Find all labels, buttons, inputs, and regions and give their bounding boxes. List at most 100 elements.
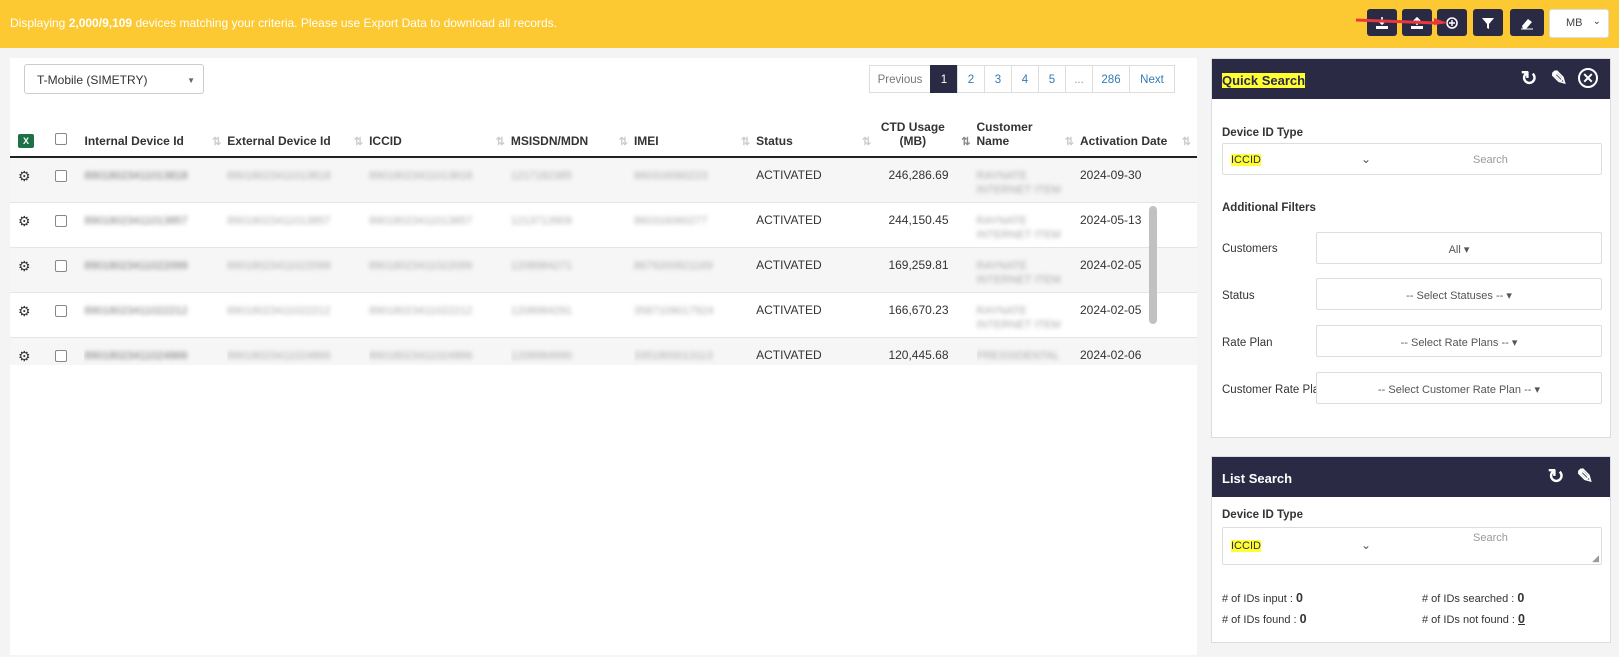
- imei-value: 8679200921169: [633, 259, 713, 272]
- ctd-usage-value: 120,445.68: [877, 336, 977, 365]
- quick-search-field[interactable]: ICCID ⌄ Search: [1222, 143, 1602, 175]
- chevron-down-icon[interactable]: ⌄: [1361, 538, 1371, 552]
- row-checkbox[interactable]: [55, 170, 68, 182]
- ids-searched-count: # of IDs searched : 0: [1422, 591, 1525, 605]
- search-textarea[interactable]: Search: [1473, 532, 1508, 544]
- col-internal-device-id[interactable]: Internal Device Id ⇅: [84, 110, 228, 158]
- internal-device-id: 89018023411024866: [84, 349, 188, 362]
- msisdn-value: 1208984291: [510, 304, 573, 317]
- pagination-previous[interactable]: Previous: [869, 65, 931, 93]
- status-label: Status: [1222, 290, 1255, 302]
- external-device-id: 89018023411013818: [227, 170, 331, 182]
- gear-icon[interactable]: ⚙: [18, 213, 31, 229]
- page-2[interactable]: 2: [957, 65, 985, 93]
- device-id-type-value[interactable]: ICCID: [1231, 154, 1261, 166]
- col-activation-date[interactable]: Activation Date ⇅: [1079, 110, 1197, 158]
- sort-icon: ⇅: [618, 136, 628, 148]
- imei-value: 860316060277: [633, 214, 708, 227]
- table-row[interactable]: ⚙ 89018023411013857 89018023411013857 89018…: [10, 201, 1197, 247]
- col-iccid[interactable]: ICCID ⇅: [369, 110, 511, 158]
- status-value: -- Select Statuses --: [1406, 290, 1504, 302]
- eraser-icon[interactable]: ✎: [1574, 466, 1596, 488]
- chevron-down-icon[interactable]: ⌄: [1361, 152, 1371, 166]
- pagination: Previous 1 2 3 4 5 ... 286 Next: [869, 65, 1175, 93]
- activation-date-value: 2024-02-05: [1079, 246, 1197, 292]
- ids-found-count: # of IDs found : 0: [1222, 612, 1307, 626]
- col-msisdn[interactable]: MSISDN/MDN ⇅: [510, 110, 634, 158]
- sort-icon: ⇅: [353, 136, 364, 148]
- sort-icon: ⇅: [495, 136, 505, 148]
- customers-dropdown[interactable]: All ▾: [1316, 232, 1602, 264]
- search-input[interactable]: Search: [1473, 154, 1508, 166]
- list-search-field[interactable]: ICCID ⌄ Search ◢: [1222, 527, 1602, 565]
- chevron-down-icon: ⌄: [1592, 16, 1601, 27]
- col-imei[interactable]: IMEI ⇅: [633, 110, 757, 158]
- eraser-icon: [1521, 18, 1533, 29]
- internal-device-id: 89018023411013818: [84, 170, 188, 182]
- col-external-device-id[interactable]: External Device Id ⇅: [227, 110, 370, 158]
- table-row[interactable]: ⚙ 89018023411013818 89018023411013818 89018…: [10, 156, 1197, 202]
- rate-plan-dropdown[interactable]: -- Select Rate Plans -- ▾: [1316, 325, 1602, 357]
- caret-down-icon: ▼: [187, 76, 195, 85]
- col-ctd-usage[interactable]: CTD Usage (MB) ⇅: [877, 110, 977, 158]
- summary-count: 2,000/9,109: [68, 16, 133, 30]
- ctd-usage-value: 246,286.69: [877, 156, 977, 202]
- ctd-usage-value: 169,259.81: [877, 246, 977, 292]
- row-checkbox[interactable]: [55, 349, 68, 362]
- customer-name-line1: RAYNATE: [976, 170, 1027, 182]
- col-status[interactable]: Status ⇅: [756, 110, 878, 158]
- rate-plan-value: -- Select Rate Plans --: [1400, 337, 1509, 349]
- customer-name-line1: RAYNATE: [976, 214, 1027, 227]
- filter-icon: [1482, 17, 1494, 29]
- customer-name-line2: INTERNET ITEM: [976, 273, 1061, 286]
- ids-input-count: # of IDs input : 0: [1222, 591, 1303, 605]
- refresh-icon[interactable]: ↻: [1518, 68, 1540, 90]
- device-id-type-value[interactable]: ICCID: [1231, 540, 1261, 552]
- gear-icon[interactable]: ⚙: [18, 348, 31, 364]
- row-checkbox[interactable]: [55, 304, 68, 317]
- row-checkbox[interactable]: [55, 214, 68, 227]
- status-dropdown[interactable]: -- Select Statuses -- ▾: [1316, 278, 1602, 310]
- table-row[interactable]: ⚙ 89018023411024866 89018023411024866 89018…: [10, 336, 1197, 365]
- unit-value: MB: [1566, 17, 1583, 29]
- page-1[interactable]: 1: [930, 65, 958, 93]
- gear-icon[interactable]: ⚙: [18, 303, 31, 319]
- status-value: ACTIVATED: [756, 291, 878, 337]
- quick-search-panel: Quick Search ↻ ✎ ✕ Device ID Type ICCID …: [1211, 58, 1611, 438]
- resize-handle-icon[interactable]: ◢: [1592, 553, 1599, 564]
- rate-plan-label: Rate Plan: [1222, 337, 1273, 349]
- page-4[interactable]: 4: [1011, 65, 1039, 93]
- iccid-value: 89018023411013857: [369, 214, 473, 227]
- customer-name-line2: INTERNET ITEM: [976, 184, 1061, 196]
- customer-rate-plan-dropdown[interactable]: -- Select Customer Rate Plan -- ▾: [1316, 372, 1602, 404]
- ctd-usage-value: 244,150.45: [877, 201, 977, 247]
- page-286[interactable]: 286: [1092, 65, 1130, 93]
- unit-select[interactable]: MB ⌄: [1549, 9, 1609, 38]
- page-5[interactable]: 5: [1038, 65, 1066, 93]
- table-row[interactable]: ⚙ 89018023411022099 89018023411022099 89018…: [10, 246, 1197, 292]
- refresh-icon[interactable]: ↻: [1545, 466, 1567, 488]
- gear-icon[interactable]: ⚙: [18, 258, 31, 274]
- close-icon[interactable]: ✕: [1578, 68, 1598, 88]
- filter-button[interactable]: [1473, 9, 1503, 36]
- customer-name-line1: RAYNATE: [976, 304, 1027, 317]
- top-banner: Displaying 2,000/9,109 devices matching …: [0, 0, 1619, 48]
- carrier-select[interactable]: T-Mobile (SIMETRY) ▼: [24, 64, 204, 94]
- table-row[interactable]: ⚙ 89018023411022212 89018023411022212 89018…: [10, 291, 1197, 337]
- excel-export-icon[interactable]: X: [18, 134, 34, 148]
- page-3[interactable]: 3: [984, 65, 1012, 93]
- table-scrollbar[interactable]: [1149, 206, 1157, 324]
- pagination-next[interactable]: Next: [1129, 65, 1175, 93]
- customer-name-line1: RAYNATE: [976, 259, 1027, 272]
- customer-name-line2: INTERNET ITEM: [976, 318, 1061, 331]
- clear-button[interactable]: [1510, 9, 1544, 36]
- table-header: X Internal Device Id ⇅ External Device Id…: [10, 110, 1197, 158]
- col-customer-name[interactable]: Customer Name ⇅: [976, 110, 1080, 158]
- gear-icon[interactable]: ⚙: [18, 168, 31, 184]
- sort-icon: ⇅: [212, 136, 222, 148]
- row-checkbox[interactable]: [55, 259, 68, 272]
- select-all-checkbox[interactable]: [55, 133, 68, 145]
- caret-down-icon: ▾: [1534, 384, 1541, 396]
- eraser-icon[interactable]: ✎: [1548, 68, 1570, 90]
- summary-prefix: Displaying: [10, 16, 69, 30]
